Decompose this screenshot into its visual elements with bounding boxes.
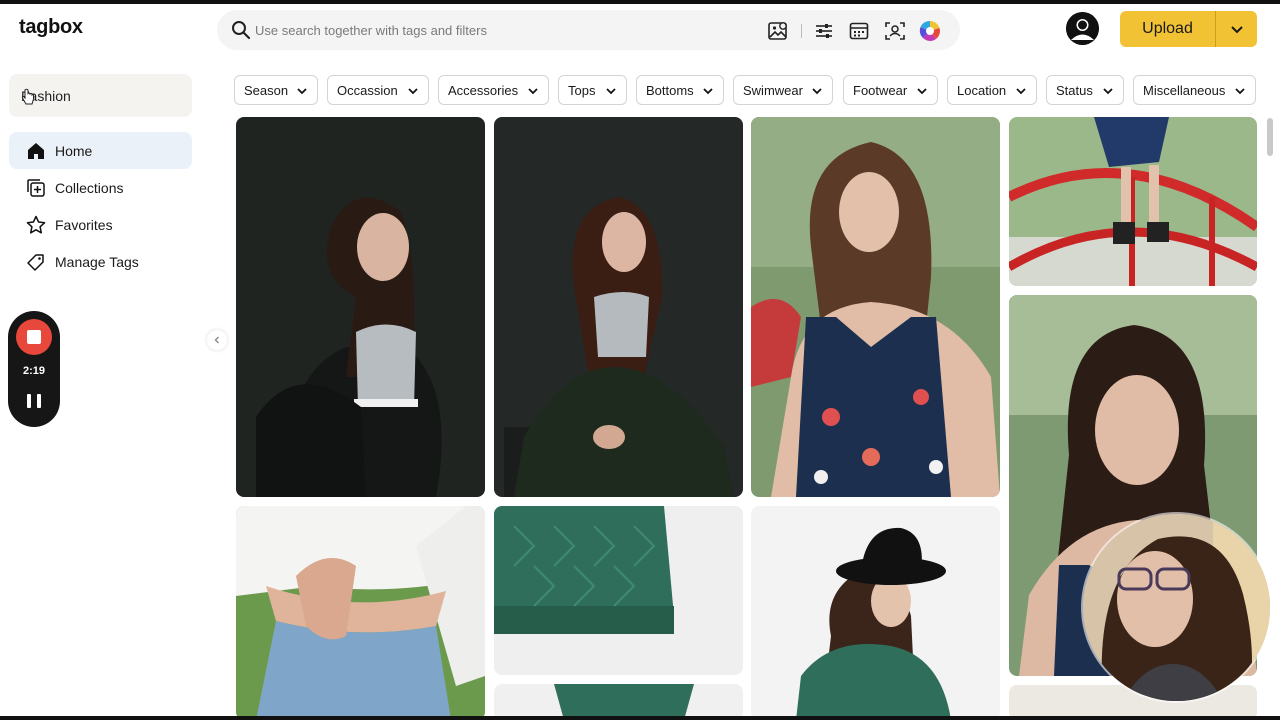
color-wheel-icon[interactable]	[919, 20, 941, 42]
chevron-down-icon[interactable]	[1216, 11, 1257, 47]
pause-icon[interactable]	[27, 394, 41, 408]
sidebar-item-label: Collections	[55, 179, 124, 196]
sidebar-item-manage-tags[interactable]: Manage Tags	[9, 243, 192, 280]
filter-label: Miscellaneous	[1143, 82, 1226, 98]
collections-icon	[25, 177, 47, 199]
home-icon	[25, 140, 47, 162]
filter-season[interactable]: Season	[234, 75, 318, 105]
filter-occassion[interactable]: Occassion	[327, 75, 429, 105]
gallery-image-dark-portrait-1[interactable]	[236, 117, 485, 497]
chevron-down-icon	[528, 88, 538, 95]
filter-label: Accessories	[448, 82, 519, 98]
scrollbar-thumb[interactable]	[1267, 118, 1273, 156]
chevron-down-icon	[297, 88, 307, 95]
gallery-image-floral-dress[interactable]	[751, 117, 1000, 497]
gallery-image-red-bench[interactable]	[1009, 117, 1257, 286]
gallery-image-green-knit-2[interactable]	[494, 684, 743, 720]
header: tagbox Use search together with tags and…	[0, 4, 1280, 56]
chevron-down-icon	[408, 88, 418, 95]
chevron-left-icon	[214, 336, 219, 344]
chevron-down-icon	[1016, 88, 1026, 95]
star-icon	[25, 214, 47, 236]
stop-recording-button[interactable]	[16, 319, 52, 355]
sliders-icon[interactable]	[813, 20, 835, 42]
sidebar-item-favorites[interactable]: Favorites	[9, 206, 192, 243]
filter-tops[interactable]: Tops	[558, 75, 627, 105]
frame-bottom-edge	[0, 716, 1280, 720]
gallery-image-black-hat[interactable]	[751, 506, 1000, 720]
toolbar-divider	[801, 24, 802, 38]
filter-miscellaneous[interactable]: Miscellaneous	[1133, 75, 1256, 105]
chevron-down-icon	[1103, 88, 1113, 95]
calendar-icon[interactable]	[848, 20, 870, 42]
sidebar-item-label: Manage Tags	[55, 253, 139, 270]
filter-label: Status	[1056, 82, 1093, 98]
gallery-image-jeans-white-top[interactable]	[236, 506, 485, 720]
webcam-overlay	[1083, 514, 1270, 701]
filter-label: Bottoms	[646, 82, 694, 98]
search-icon	[231, 20, 251, 40]
filter-label: Season	[244, 82, 289, 98]
filter-label: Occassion	[337, 82, 398, 98]
recording-timer: 2:19	[22, 365, 46, 377]
tag-icon	[25, 251, 47, 273]
screen-recorder-widget: 2:19	[8, 311, 60, 427]
image-search-icon[interactable]	[767, 20, 789, 42]
chevron-down-icon	[812, 88, 822, 95]
sidebar-item-label: Favorites	[55, 216, 113, 233]
filter-label: Location	[957, 82, 1007, 98]
chevron-down-icon	[1235, 88, 1245, 95]
filter-label: Swimwear	[743, 82, 803, 98]
filter-bottoms[interactable]: Bottoms	[636, 75, 724, 105]
chevron-down-icon	[917, 88, 927, 95]
sidebar-item-collections[interactable]: Collections	[9, 169, 192, 206]
chevron-down-icon	[606, 88, 616, 95]
filter-location[interactable]: Location	[947, 75, 1037, 105]
pointer-cursor-icon	[21, 88, 35, 106]
sidebar-item-label: Home	[55, 142, 93, 159]
sidebar-collapse-button[interactable]	[207, 330, 227, 350]
upload-label[interactable]: Upload	[1120, 11, 1215, 47]
gallery-image-green-knit[interactable]	[494, 506, 743, 675]
upload-button[interactable]: Upload	[1120, 11, 1257, 47]
user-avatar-icon[interactable]	[1066, 12, 1099, 45]
sidebar-item-home[interactable]: Home	[9, 132, 192, 169]
stop-icon	[27, 330, 41, 344]
filter-label: Tops	[568, 82, 596, 98]
app-logo[interactable]: tagbox	[19, 16, 83, 39]
filter-footwear[interactable]: Footwear	[843, 75, 938, 105]
chevron-down-icon	[703, 88, 713, 95]
filter-swimwear[interactable]: Swimwear	[733, 75, 833, 105]
filter-accessories[interactable]: Accessories	[438, 75, 549, 105]
filter-label: Footwear	[853, 82, 908, 98]
search-bar[interactable]	[217, 10, 960, 50]
search-input[interactable]	[255, 19, 725, 41]
gallery-image-dark-portrait-2[interactable]	[494, 117, 743, 497]
face-scan-icon[interactable]	[884, 20, 906, 42]
workspace-selector[interactable]: Fashion	[9, 74, 192, 117]
filter-status[interactable]: Status	[1046, 75, 1124, 105]
